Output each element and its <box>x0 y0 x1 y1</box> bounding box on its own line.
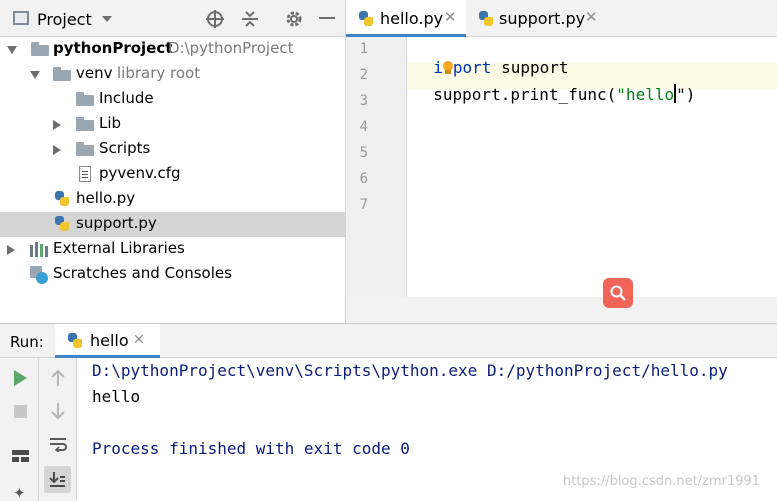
console-exit-line: Process finished with exit code 0 <box>92 439 410 458</box>
python-file-icon <box>358 11 374 27</box>
tree-item-label: venv <box>76 64 113 82</box>
close-icon[interactable]: ✕ <box>585 8 598 26</box>
tree-item-label: External Libraries <box>53 239 185 257</box>
run-label: Run: <box>10 333 44 351</box>
stop-icon[interactable] <box>14 405 27 418</box>
code-call: support.print_func( <box>433 85 617 104</box>
tree-item-path: D:\pythonProject <box>168 39 294 57</box>
tab-label: support.py <box>499 9 586 28</box>
run-tab-hello[interactable]: hello ✕ <box>55 324 160 358</box>
code-string-end: ") <box>676 85 696 104</box>
console-stdout-line: hello <box>92 387 141 406</box>
tab-label: hello.py <box>380 9 444 28</box>
watermark: https://blog.csdn.net/zmr1991 <box>563 474 760 489</box>
scroll-to-end-button[interactable] <box>44 466 71 493</box>
rerun-icon[interactable] <box>14 370 27 386</box>
library-icon <box>30 242 48 257</box>
line-number: 6 <box>359 171 368 187</box>
line-number: 1 <box>359 41 368 57</box>
gear-icon[interactable] <box>285 10 303 28</box>
tree-item-label: hello.py <box>76 189 136 207</box>
expand-arrow-icon[interactable] <box>7 46 17 54</box>
run-toolbar-primary: ✦ <box>0 358 39 502</box>
expand-arrow-icon[interactable] <box>30 71 40 79</box>
tree-item-note: library root <box>117 64 201 82</box>
tab-support-py[interactable]: support.py ✕ <box>466 0 606 36</box>
run-toolbar-secondary <box>39 358 77 501</box>
python-file-icon <box>54 191 70 207</box>
tree-item-scratches-and-consoles[interactable]: Scratches and Consoles <box>0 262 345 287</box>
line-number: 4 <box>359 119 368 135</box>
line-number: 3 <box>359 93 368 109</box>
project-panel-header: Project <box>0 0 345 37</box>
folder-icon <box>76 142 94 156</box>
tree-item-lib[interactable]: Lib <box>0 112 345 137</box>
python-file-icon <box>67 333 83 349</box>
collapse-all-icon[interactable] <box>241 10 259 28</box>
minimize-icon[interactable] <box>319 17 335 19</box>
project-view-icon <box>13 11 29 25</box>
tree-item-venv[interactable]: venv library root <box>0 62 345 87</box>
close-icon[interactable]: ✕ <box>133 332 145 348</box>
collapse-arrow-icon[interactable] <box>7 245 15 255</box>
line-number: 7 <box>359 197 368 213</box>
soft-wrap-icon[interactable] <box>49 436 67 452</box>
python-file-icon <box>54 216 70 232</box>
tree-item-pyvenv-cfg[interactable]: pyvenv.cfg <box>0 162 345 187</box>
folder-icon <box>53 67 71 81</box>
line-number: 2 <box>359 67 368 83</box>
code-line-2[interactable]: support.print_func("hello ") <box>414 65 695 104</box>
tree-item-pythonproject[interactable]: pythonProject D:\pythonProject <box>0 37 345 62</box>
run-tab-label: hello <box>90 331 129 350</box>
folder-icon <box>76 92 94 106</box>
tree-item-external-libraries[interactable]: External Libraries <box>0 237 345 262</box>
tree-item-hello-py[interactable]: hello.py <box>0 187 345 212</box>
code-string: "hello <box>616 85 675 104</box>
folder-icon <box>76 117 94 131</box>
pin-icon[interactable]: ✦ <box>13 484 26 502</box>
arrow-up-icon[interactable] <box>51 369 65 387</box>
search-icon <box>610 285 626 301</box>
tree-item-support-py[interactable]: support.py <box>0 212 345 237</box>
tree-item-label: pyvenv.cfg <box>99 164 181 182</box>
tree-item-label: Scripts <box>99 139 151 157</box>
tree-item-label: Scratches and Consoles <box>53 264 232 282</box>
editor-footer <box>346 297 777 323</box>
scratches-icon <box>30 266 48 284</box>
tree-item-scripts[interactable]: Scripts <box>0 137 345 162</box>
scroll-to-end-icon <box>49 472 65 487</box>
project-view-title: Project <box>37 9 92 29</box>
tree-item-label: Lib <box>99 114 122 132</box>
run-panel-header: Run: hello ✕ <box>0 323 777 358</box>
python-file-icon <box>478 11 494 27</box>
chevron-down-icon <box>101 16 112 22</box>
config-file-icon <box>79 166 91 182</box>
line-number: 5 <box>359 145 368 161</box>
search-float-button[interactable] <box>603 278 633 308</box>
close-icon[interactable]: ✕ <box>444 8 457 26</box>
arrow-down-icon[interactable] <box>51 402 65 420</box>
console-command-line: D:\pythonProject\venv\Scripts\python.exe… <box>92 361 728 380</box>
collapse-arrow-icon[interactable] <box>53 145 61 155</box>
project-tree: pythonProject D:\pythonProject venv libr… <box>0 37 345 323</box>
collapse-arrow-icon[interactable] <box>53 120 61 130</box>
layout-icon[interactable] <box>12 450 29 462</box>
project-view-selector[interactable]: Project <box>37 9 112 29</box>
tree-item-label: Include <box>99 89 154 107</box>
tree-item-label: support.py <box>76 214 157 232</box>
tab-hello-py[interactable]: hello.py ✕ <box>346 0 466 37</box>
tree-item-include[interactable]: Include <box>0 87 345 112</box>
folder-icon <box>31 42 49 56</box>
tree-item-label: pythonProject <box>53 39 173 57</box>
locate-target-icon[interactable] <box>206 10 224 28</box>
